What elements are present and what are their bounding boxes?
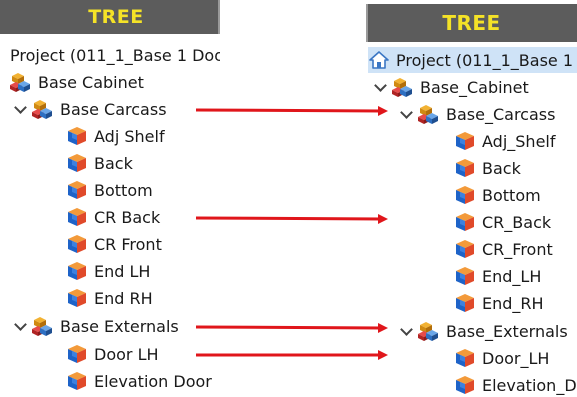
tree-row-label: End RH <box>94 288 153 308</box>
right-tree-title: TREE <box>442 11 501 35</box>
assembly-icon <box>10 71 38 93</box>
tree-row-label: Base_Carcass <box>446 104 556 124</box>
part-icon <box>454 238 482 260</box>
right-tree-panel: TREE Project (011_1_Base 1 Base_Cabinet Ba… <box>366 0 577 397</box>
left-tree-row[interactable]: Project (011_1_Base 1 Doo <box>10 42 220 68</box>
right-tree-row[interactable]: Project (011_1_Base 1 <box>368 47 577 73</box>
part-icon <box>66 343 94 365</box>
part-icon <box>454 292 482 314</box>
left-tree-row[interactable]: Base Externals <box>14 313 179 339</box>
assembly-icon <box>418 103 446 125</box>
right-tree-row[interactable]: Base_Carcass <box>400 101 577 127</box>
left-tree-row[interactable]: Door LH <box>66 341 159 367</box>
expand-chevron-icon[interactable] <box>14 102 28 116</box>
part-icon <box>454 211 482 233</box>
left-tree-row[interactable]: Elevation Door <box>66 368 212 394</box>
left-tree-row[interactable]: Bottom <box>66 177 153 203</box>
left-tree-row[interactable]: End RH <box>66 285 153 311</box>
part-icon <box>66 260 94 282</box>
right-tree-row[interactable]: End_LH <box>454 263 577 289</box>
expand-chevron-icon[interactable] <box>400 107 414 121</box>
tree-row-label: CR Front <box>94 234 162 254</box>
right-tree-row[interactable]: End_RH <box>454 290 577 316</box>
assembly-icon <box>418 320 446 342</box>
right-tree-row[interactable]: Base_Cabinet <box>374 74 577 100</box>
expand-chevron-icon[interactable] <box>14 319 28 333</box>
part-icon <box>66 125 94 147</box>
part-icon <box>66 152 94 174</box>
tree-row-label: Adj_Shelf <box>482 131 556 151</box>
tree-row-label: Door LH <box>94 344 159 364</box>
home-icon <box>368 49 396 71</box>
left-tree-panel: TREE Project (011_1_Base 1 Doo Base Cabin… <box>0 0 220 397</box>
tree-row-label: Project (011_1_Base 1 <box>396 50 574 70</box>
tree-row-label: Base_Cabinet <box>420 77 529 97</box>
tree-row-label: Project (011_1_Base 1 Doo <box>10 45 220 65</box>
part-icon <box>66 370 94 392</box>
tree-row-label: Elevation Door <box>94 371 212 391</box>
assembly-icon <box>32 315 60 337</box>
part-icon <box>454 265 482 287</box>
left-tree-row[interactable]: Back <box>66 150 133 176</box>
mapping-arrow <box>195 322 388 333</box>
part-icon <box>454 347 482 369</box>
tree-row-label: Base Cabinet <box>38 72 144 92</box>
tree-row-label: Base_Externals <box>446 321 568 341</box>
left-tree-row[interactable]: CR Back <box>66 204 160 230</box>
part-icon <box>66 179 94 201</box>
assembly-icon <box>392 76 420 98</box>
tree-row-label: Door_LH <box>482 348 550 368</box>
part-icon <box>66 233 94 255</box>
part-icon <box>454 157 482 179</box>
right-tree-row[interactable]: CR_Front <box>454 236 577 262</box>
right-tree-row[interactable]: Bottom <box>454 182 577 208</box>
right-tree-row[interactable]: Elevation_D <box>454 372 577 397</box>
tree-row-label: Bottom <box>94 180 153 200</box>
right-tree-header: TREE <box>366 4 577 42</box>
tree-row-label: Back <box>482 158 521 178</box>
tree-row-label: Base Externals <box>60 316 179 336</box>
part-icon <box>454 184 482 206</box>
right-tree-row[interactable]: Back <box>454 155 577 181</box>
part-icon <box>66 287 94 309</box>
tree-row-label: Adj Shelf <box>94 126 165 146</box>
tree-row-label: Back <box>94 153 133 173</box>
tree-row-label: CR_Back <box>482 212 552 232</box>
left-tree-title: TREE <box>88 6 144 28</box>
left-tree-header: TREE <box>0 0 220 34</box>
part-icon <box>454 374 482 396</box>
expand-chevron-icon[interactable] <box>400 324 414 338</box>
tree-row-label: Base Carcass <box>60 99 167 119</box>
left-header-divider <box>218 0 220 34</box>
left-tree-row[interactable]: Base Carcass <box>14 96 167 122</box>
mapping-arrow <box>195 105 388 116</box>
left-tree-row[interactable]: CR Front <box>66 231 162 257</box>
tree-row-label: Bottom <box>482 185 541 205</box>
right-tree-row[interactable]: Door_LH <box>454 345 577 371</box>
tree-row-label: End_LH <box>482 266 542 286</box>
left-tree-row[interactable]: Base Cabinet <box>10 69 144 95</box>
left-tree-row[interactable]: Adj Shelf <box>66 123 165 149</box>
right-tree-row[interactable]: Base_Externals <box>400 318 577 344</box>
tree-row-label: End LH <box>94 261 151 281</box>
tree-row-label: End_RH <box>482 293 544 313</box>
part-icon <box>66 206 94 228</box>
tree-row-label: Elevation_D <box>482 375 577 395</box>
part-icon <box>454 130 482 152</box>
left-tree-row[interactable]: End LH <box>66 258 150 284</box>
expand-chevron-icon[interactable] <box>374 80 388 94</box>
right-header-divider <box>366 4 368 42</box>
right-tree-row[interactable]: CR_Back <box>454 209 577 235</box>
assembly-icon <box>32 98 60 120</box>
right-tree-row[interactable]: Adj_Shelf <box>454 128 577 154</box>
tree-row-label: CR_Front <box>482 239 553 259</box>
tree-row-label: CR Back <box>94 207 161 227</box>
mapping-arrow <box>195 213 388 224</box>
